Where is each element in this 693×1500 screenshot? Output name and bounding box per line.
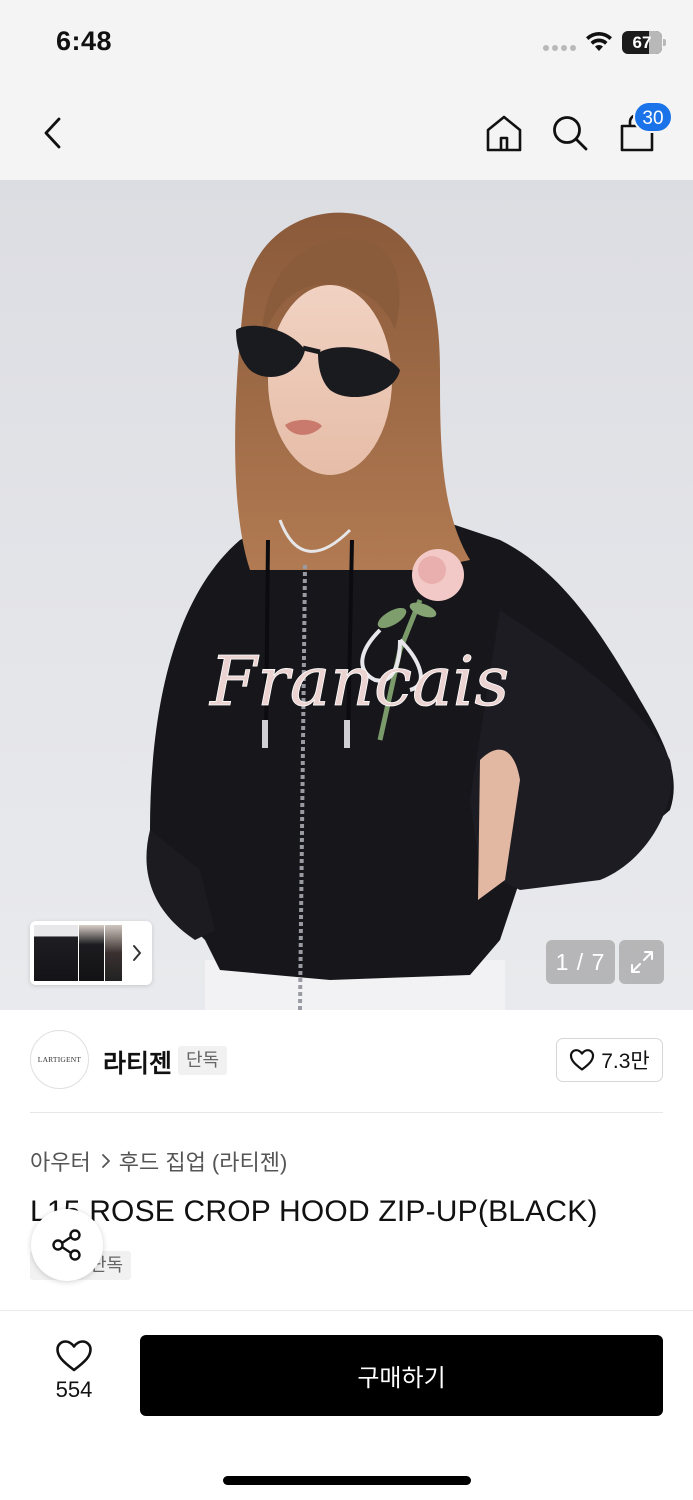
chevron-right-icon [133,945,141,961]
product-image-gallery[interactable]: Francais 1 / 7 [0,180,693,1010]
product-title: L15 ROSE CROP HOOD ZIP-UP(BLACK) [30,1195,598,1228]
home-button[interactable] [479,108,529,158]
search-button[interactable] [545,108,595,158]
breadcrumb-subcategory[interactable]: 후드 집업 (라티젠) [119,1145,288,1177]
section-divider [30,1112,663,1113]
bottom-action-bar: 554 구매하기 [0,1310,693,1500]
top-nav-bar [0,90,693,180]
status-time: 6:48 [56,26,113,56]
home-indicator [223,1476,471,1485]
search-icon [553,116,588,151]
brand-like-count: 7.3만 [601,1050,650,1073]
chevron-right-icon [101,1153,111,1169]
heart-icon [56,1340,92,1372]
page-counter: 1 / 7 [546,940,615,984]
brand-name[interactable]: 라티젠 [103,1044,172,1080]
wishlist-button[interactable]: 554 [38,1339,110,1409]
wifi-icon [586,31,612,51]
heart-icon [570,1049,595,1071]
back-chevron-icon [44,117,61,149]
product-photo: Francais [146,212,674,1010]
battery-icon: 67 [622,31,667,54]
signal-dots-icon [543,45,576,51]
expand-icon [630,951,653,973]
thumbnail-image [105,925,122,981]
home-icon [486,115,522,152]
battery-level: 67 [632,33,652,52]
breadcrumb: 아우터 후드 집업 (라티젠) [30,1145,287,1177]
brand-row: LARTIGENT 라티젠 단독 7.3만 [30,1030,663,1090]
status-bar: 6:48 67 [0,0,693,90]
expand-button[interactable] [619,940,664,984]
svg-text:Francais: Francais [208,643,509,722]
buy-button[interactable]: 구매하기 [140,1335,663,1416]
cart-count-badge: 30 [633,101,673,133]
exclusive-badge: 단독 [178,1046,228,1075]
back-button[interactable] [28,108,78,158]
brand-logo[interactable]: LARTIGENT [30,1030,89,1089]
share-button[interactable] [31,1209,103,1281]
thumbnail-strip-button[interactable] [30,921,152,985]
brand-like-button[interactable]: 7.3만 [556,1038,663,1082]
share-icon [52,1229,81,1261]
thumbnail-image [34,925,78,981]
breadcrumb-category[interactable]: 아우터 [30,1145,91,1177]
wishlist-count: 554 [55,1377,93,1402]
thumbnail-image [79,925,104,981]
